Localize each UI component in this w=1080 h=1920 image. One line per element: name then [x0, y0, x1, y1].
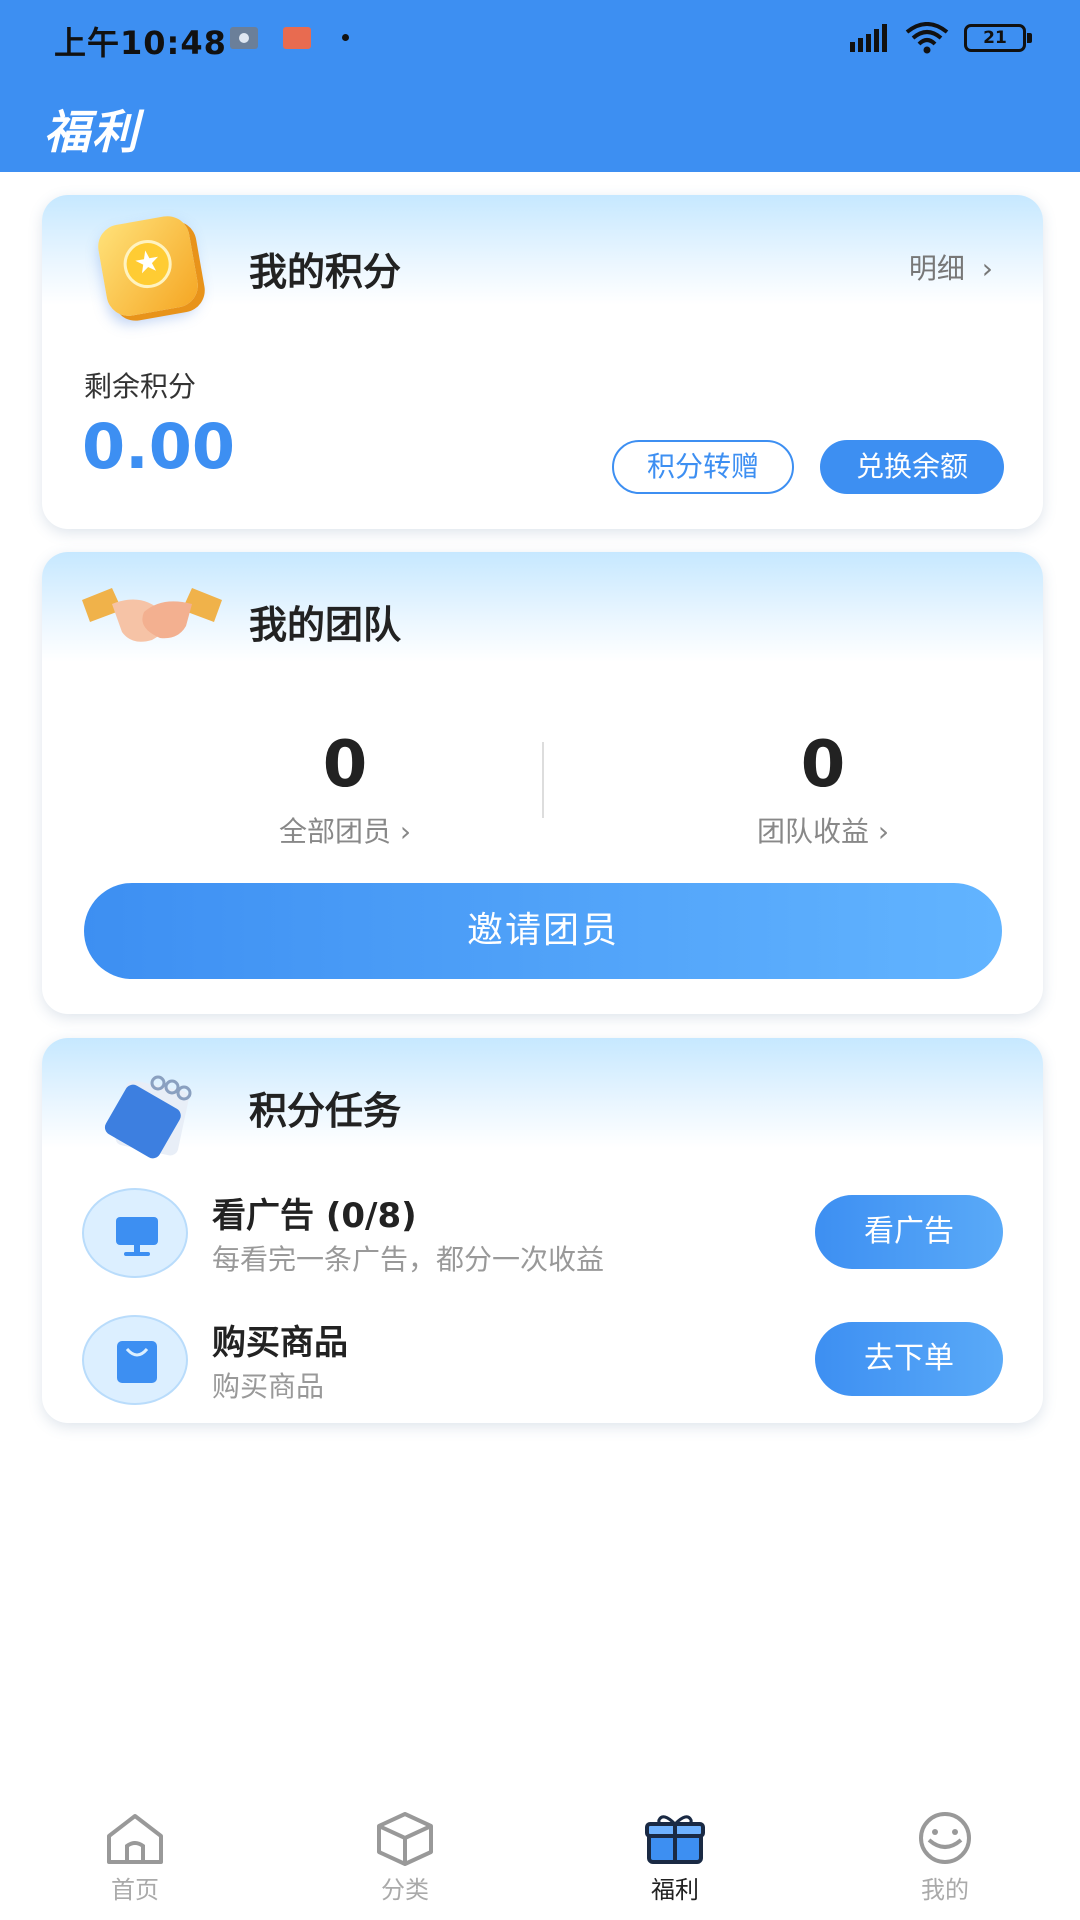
chevron-right-icon: ›	[877, 815, 890, 848]
monitor-icon	[116, 1217, 158, 1256]
nav-item-welfare[interactable]: 福利	[595, 1800, 755, 1905]
page-title: 福利	[44, 105, 140, 159]
smile-icon	[919, 1812, 971, 1864]
exchange-balance-button[interactable]: 兑换余额	[820, 440, 1004, 494]
status-time: 上午10:48	[54, 24, 227, 62]
nav-item-category[interactable]: 分类	[325, 1800, 485, 1905]
coin-icon: ★	[94, 212, 202, 320]
team-title: 我的团队	[249, 603, 402, 647]
all-members-link: 全部团员 ›	[225, 810, 465, 850]
box-icon	[377, 1812, 433, 1866]
more-notifications-dot-icon	[342, 34, 349, 41]
nav-item-home[interactable]: 首页	[55, 1800, 215, 1905]
top-app-bar: 上午10:48 21 福利	[0, 0, 1080, 172]
all-members-label: 全部团员	[278, 815, 391, 848]
nav-label: 首页	[111, 1876, 159, 1904]
nav-label: 福利	[651, 1876, 699, 1904]
points-card: ★ 我的积分 明细 › 剩余积分 0.00 积分转赠 兑换余额	[42, 195, 1043, 529]
all-members-stat[interactable]: 0 全部团员 ›	[225, 730, 465, 850]
task-icon-circle	[82, 1315, 188, 1405]
task-item: 购买商品 购买商品 去下单	[42, 1315, 1043, 1415]
points-detail-link[interactable]: 明细 ›	[909, 247, 993, 287]
task-description: 每看完一条广告，都分一次收益	[212, 1243, 605, 1276]
task-name: 购买商品	[212, 1323, 348, 1363]
team-earnings-value: 0	[800, 728, 846, 802]
chevron-right-icon: ›	[399, 815, 412, 848]
signal-icon	[850, 24, 892, 52]
mi-notification-icon	[283, 27, 311, 49]
detail-label: 明细	[908, 252, 965, 285]
remaining-points-value: 0.00	[82, 410, 235, 483]
home-icon	[107, 1814, 163, 1864]
nav-label: 分类	[381, 1876, 429, 1904]
invite-members-button[interactable]: 邀请团员	[84, 883, 1002, 979]
task-icon-circle	[82, 1188, 188, 1278]
remaining-points-label: 剩余积分	[84, 370, 197, 403]
chevron-right-icon: ›	[981, 252, 993, 285]
shopping-bag-icon	[117, 1341, 157, 1383]
tasks-card: 积分任务 看广告 (0/8) 每看完一条广告，都分一次收益 看广告 购买商品 购…	[42, 1038, 1043, 1423]
watch-ad-button[interactable]: 看广告	[815, 1195, 1003, 1269]
battery-icon: 21	[964, 24, 1032, 52]
stat-divider	[542, 742, 544, 818]
team-earnings-label: 团队收益	[756, 815, 869, 848]
task-item: 看广告 (0/8) 每看完一条广告，都分一次收益 看广告	[42, 1188, 1043, 1288]
task-name: 看广告 (0/8)	[212, 1196, 417, 1236]
place-order-button[interactable]: 去下单	[815, 1322, 1003, 1396]
settings-notification-icon	[230, 27, 258, 49]
all-members-value: 0	[322, 728, 368, 802]
wifi-icon	[905, 22, 949, 54]
points-title: 我的积分	[249, 250, 402, 294]
handshake-icon	[82, 588, 222, 642]
bottom-nav: 首页 分类 福利 我的	[0, 1800, 1080, 1920]
team-card: 我的团队 0 全部团员 › 0 团队收益 › 邀请团员	[42, 552, 1043, 1014]
nav-label: 我的	[921, 1876, 969, 1904]
gift-icon	[645, 1815, 705, 1864]
notebook-icon	[104, 1075, 192, 1159]
nav-item-mine[interactable]: 我的	[865, 1800, 1025, 1905]
points-transfer-button[interactable]: 积分转赠	[612, 440, 794, 494]
team-earnings-link: 团队收益 ›	[703, 810, 943, 850]
task-description: 购买商品	[212, 1370, 325, 1403]
status-bar: 上午10:48 21	[0, 0, 1080, 76]
tasks-title: 积分任务	[249, 1089, 402, 1133]
team-earnings-stat[interactable]: 0 团队收益 ›	[703, 730, 943, 850]
